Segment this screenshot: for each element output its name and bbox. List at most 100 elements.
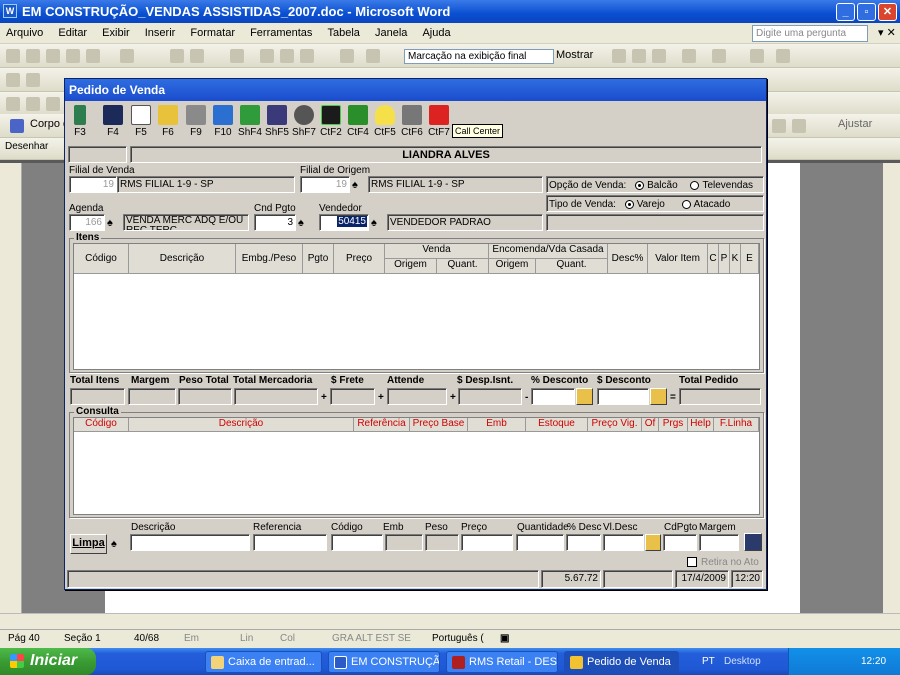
filial-origem-code-input[interactable]: 19 <box>300 176 350 193</box>
cnd-pgto-input[interactable]: 3 <box>254 214 296 231</box>
col-valor-item[interactable]: Valor Item <box>648 244 708 274</box>
save-icon[interactable] <box>744 533 762 551</box>
toolbar-icon[interactable] <box>46 49 60 63</box>
toolbar-icon[interactable] <box>776 49 790 63</box>
search-cdpgto-input[interactable] <box>663 534 697 551</box>
toolbar-icon[interactable] <box>170 49 184 63</box>
task-rms-retail[interactable]: RMS Retail - DES... <box>446 651 558 673</box>
f9-button[interactable]: F9 <box>183 105 209 138</box>
toolbar-icon[interactable] <box>86 49 100 63</box>
limpa-button[interactable]: Limpa <box>70 534 107 554</box>
menu-arquivo[interactable]: Arquivo <box>0 23 49 39</box>
ctf7-button[interactable]: CtF7 <box>426 105 452 138</box>
shf4-button[interactable]: ShF4 <box>237 105 263 138</box>
key-icon[interactable] <box>650 388 667 405</box>
menu-ajuda[interactable]: Ajuda <box>416 23 456 39</box>
col-k[interactable]: K <box>730 244 741 274</box>
consulta-col-prgs[interactable]: Prgs <box>659 418 688 432</box>
col-c[interactable]: C <box>708 244 719 274</box>
menu-tabela[interactable]: Tabela <box>321 23 365 39</box>
consulta-grid[interactable]: Código Descrição Referência Preço Base E… <box>73 417 760 515</box>
shf7-button[interactable]: ShF7 <box>291 105 317 138</box>
col-preco[interactable]: Preço <box>334 244 385 274</box>
menu-inserir[interactable]: Inserir <box>139 23 182 39</box>
col-encomenda[interactable]: Encomenda/Vda Casada <box>489 244 608 259</box>
toolbar-icon[interactable] <box>6 97 20 111</box>
draw-menu-button[interactable]: Desenhar <box>5 141 48 152</box>
consulta-col-preco-base[interactable]: Preço Base <box>410 418 468 432</box>
menu-ferramentas[interactable]: Ferramentas <box>244 23 318 39</box>
ctf5-button[interactable]: CtF5 <box>372 105 398 138</box>
search-quantidade-input[interactable] <box>516 534 564 551</box>
search-desc-input[interactable] <box>566 534 601 551</box>
f10-button[interactable]: F10 <box>210 105 236 138</box>
filial-venda-code-input[interactable]: 19 <box>69 176 117 193</box>
search-binoculars-icon[interactable]: ♠ <box>371 217 385 229</box>
fit-button[interactable]: Ajustar <box>838 118 872 130</box>
toolbar-icon[interactable] <box>750 49 764 63</box>
search-descricao-input[interactable] <box>130 534 250 551</box>
toolbar-icon[interactable] <box>66 49 80 63</box>
col-embg[interactable]: Embg./Peso <box>236 244 303 274</box>
search-codigo-input[interactable] <box>331 534 383 551</box>
radio-atacado[interactable] <box>681 199 691 209</box>
col-venda-origem[interactable]: Origem <box>385 259 437 274</box>
style-icon[interactable] <box>10 119 24 133</box>
col-venda-quant[interactable]: Quant. <box>437 259 489 274</box>
menu-editar[interactable]: Editar <box>52 23 93 39</box>
consulta-col-codigo[interactable]: Código <box>74 418 129 432</box>
key-icon[interactable] <box>645 534 661 551</box>
toolbar-icon[interactable] <box>652 49 666 63</box>
tray-clock[interactable]: 12:20 <box>861 656 886 667</box>
toolbar-icon[interactable] <box>46 97 60 111</box>
valor-desconto-input[interactable] <box>597 388 649 405</box>
consulta-col-referencia[interactable]: Referência <box>354 418 410 432</box>
toolbar-icon[interactable] <box>300 49 314 63</box>
search-preco-input[interactable] <box>461 534 513 551</box>
radio-balcao[interactable] <box>635 180 645 190</box>
col-desc[interactable]: Desc% <box>608 244 648 274</box>
ctf4-button[interactable]: CtF4 <box>345 105 371 138</box>
consulta-col-estoque[interactable]: Estoque <box>526 418 588 432</box>
col-pgto[interactable]: Pgto <box>303 244 334 274</box>
toolbar-icon[interactable] <box>26 97 40 111</box>
vendedor-code-input[interactable]: 50415 <box>319 214 369 231</box>
toolbar-icon[interactable] <box>366 49 380 63</box>
col-e[interactable]: E <box>741 244 759 274</box>
toolbar-icon[interactable] <box>792 119 806 133</box>
radio-televendas[interactable] <box>690 180 700 190</box>
toolbar-icon[interactable] <box>682 49 696 63</box>
search-binoculars-icon[interactable]: ♠ <box>111 538 125 550</box>
task-pedido-venda[interactable]: Pedido de Venda <box>564 651 679 673</box>
toolbar-icon[interactable] <box>6 49 20 63</box>
col-venda[interactable]: Venda <box>385 244 489 259</box>
markup-dropdown[interactable]: Marcação na exibição final <box>404 49 554 64</box>
menu-formatar[interactable]: Formatar <box>184 23 241 39</box>
close-icon[interactable]: ✕ <box>878 3 897 21</box>
horizontal-scrollbar[interactable] <box>0 613 900 629</box>
f6-button[interactable]: F6 <box>155 105 181 138</box>
consulta-col-help[interactable]: Help <box>688 418 714 432</box>
maximize-icon[interactable]: ▫ <box>857 3 876 21</box>
ctf2-button[interactable]: CtF2 <box>318 105 344 138</box>
radio-varejo[interactable] <box>624 199 634 209</box>
task-outlook[interactable]: Caixa de entrad... <box>205 651 322 673</box>
search-binoculars-icon[interactable]: ♠ <box>298 217 312 229</box>
f3-button[interactable]: F3 <box>67 105 93 138</box>
consulta-col-of[interactable]: Of <box>642 418 659 432</box>
spelling-icon[interactable]: ▣ <box>500 633 509 644</box>
col-enc-origem[interactable]: Origem <box>489 259 536 274</box>
agenda-code-input[interactable]: 166 <box>69 214 105 231</box>
minimize-icon[interactable]: _ <box>836 3 855 21</box>
toolbar-icon[interactable] <box>280 49 294 63</box>
search-referencia-input[interactable] <box>253 534 327 551</box>
toolbar-icon[interactable] <box>6 73 20 87</box>
close-doc-icon[interactable]: ▾ ✕ <box>878 26 896 39</box>
retira-no-ato-checkbox[interactable]: Retira no Ato <box>687 557 759 568</box>
col-enc-quant[interactable]: Quant. <box>536 259 608 274</box>
percent-desconto-input[interactable] <box>531 388 575 405</box>
consulta-col-preco-vig[interactable]: Preço Vig. <box>588 418 642 432</box>
toolbar-icon[interactable] <box>230 49 244 63</box>
shf5-button[interactable]: ShF5 <box>264 105 290 138</box>
consulta-col-f-linha[interactable]: F.Linha <box>714 418 759 432</box>
